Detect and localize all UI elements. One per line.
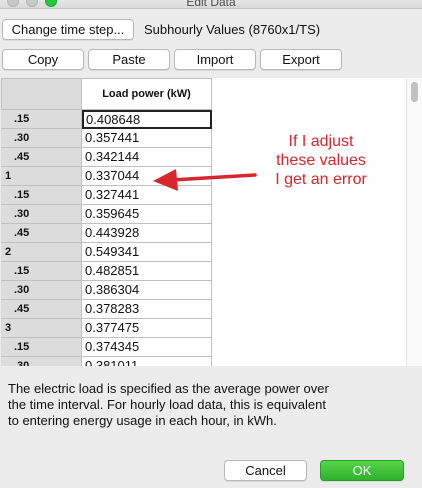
table-row: .30 0.357441 xyxy=(1,129,213,148)
load-power-cell[interactable]: 0.357441 xyxy=(82,129,212,148)
row-header[interactable]: .15 xyxy=(1,338,82,357)
grid-header-row: Load power (kW) xyxy=(1,78,213,110)
grid-corner-cell xyxy=(1,78,82,110)
load-power-cell[interactable]: 0.378283 xyxy=(82,300,212,319)
table-row: .30 0.386304 xyxy=(1,281,213,300)
row-header[interactable]: 2 xyxy=(1,243,82,262)
description-line: the time interval. For hourly load data,… xyxy=(8,397,326,412)
row-header[interactable]: .15 xyxy=(1,262,82,281)
description-text: The electric load is specified as the av… xyxy=(8,381,412,429)
row-header[interactable]: .30 xyxy=(1,129,82,148)
row-header[interactable]: .45 xyxy=(1,224,82,243)
load-power-cell[interactable]: 0.443928 xyxy=(82,224,212,243)
title-bar: Edit Data xyxy=(0,0,422,9)
annotation-line: these values xyxy=(276,152,366,169)
load-power-cell[interactable]: 0.377475 xyxy=(82,319,212,338)
row-header[interactable]: .45 xyxy=(1,148,82,167)
grid-rows: .15 0.408648.30 0.357441.45 0.342144 1 0.3370… xyxy=(1,110,213,366)
row-header[interactable]: 3 xyxy=(1,319,82,338)
cancel-button[interactable]: Cancel xyxy=(224,460,307,481)
annotation-arrow-icon xyxy=(153,169,257,191)
data-grid: Load power (kW) .15 0.408648.30 0.357441.4… xyxy=(1,78,406,366)
paste-button[interactable]: Paste xyxy=(88,49,170,70)
table-row: .15 0.374345 xyxy=(1,338,213,357)
description-line: to entering energy usage in each hour, i… xyxy=(8,413,277,428)
ok-button[interactable]: OK xyxy=(320,460,404,481)
export-button[interactable]: Export xyxy=(260,49,342,70)
timestep-info-label: Subhourly Values (8760x1/TS) xyxy=(144,22,321,37)
vertical-scrollbar[interactable] xyxy=(406,78,422,366)
row-header[interactable]: .15 xyxy=(1,110,82,129)
import-button[interactable]: Import xyxy=(174,49,256,70)
load-power-cell[interactable]: 0.549341 xyxy=(82,243,212,262)
row-header[interactable]: .30 xyxy=(1,357,82,366)
annotation-line: I get an error xyxy=(275,171,367,188)
load-power-cell[interactable]: 0.408648 xyxy=(82,110,212,129)
row-header[interactable]: .30 xyxy=(1,281,82,300)
table-row: .30 0.359645 xyxy=(1,205,213,224)
scrollbar-thumb[interactable] xyxy=(411,82,418,102)
description-line: The electric load is specified as the av… xyxy=(8,381,329,396)
load-power-cell[interactable]: 0.381011 xyxy=(82,357,212,366)
row-header[interactable]: .15 xyxy=(1,186,82,205)
table-row: .45 0.443928 xyxy=(1,224,213,243)
row-header[interactable]: 1 xyxy=(1,167,82,186)
table-row: .15 0.482851 xyxy=(1,262,213,281)
error-annotation: If I adjust these values I get an error xyxy=(258,132,384,189)
annotation-line: If I adjust xyxy=(288,133,354,150)
column-header-load-power[interactable]: Load power (kW) xyxy=(82,78,212,110)
load-power-cell[interactable]: 0.359645 xyxy=(82,205,212,224)
load-power-cell[interactable]: 0.482851 xyxy=(82,262,212,281)
table-row: .45 0.378283 xyxy=(1,300,213,319)
row-header[interactable]: .30 xyxy=(1,205,82,224)
copy-button[interactable]: Copy xyxy=(2,49,84,70)
change-time-step-button[interactable]: Change time step... xyxy=(2,19,134,40)
row-header[interactable]: .45 xyxy=(1,300,82,319)
load-power-cell[interactable]: 0.386304 xyxy=(82,281,212,300)
table-row: 2 0.549341 xyxy=(1,243,213,262)
load-power-cell[interactable]: 0.374345 xyxy=(82,338,212,357)
window-title: Edit Data xyxy=(186,0,236,9)
edit-data-window: Edit Data Change time step... Subhourly … xyxy=(0,0,422,488)
table-row: 3 0.377475 xyxy=(1,319,213,338)
table-row: .30 0.381011 xyxy=(1,357,213,366)
table-row: .15 0.408648 xyxy=(1,110,213,129)
